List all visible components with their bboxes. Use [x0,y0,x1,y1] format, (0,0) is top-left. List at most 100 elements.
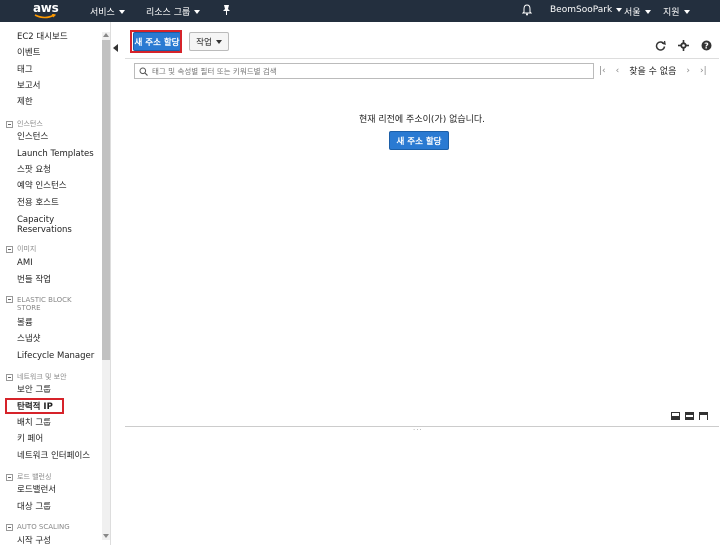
region-label: 서울 [624,8,641,18]
pin-button[interactable] [222,4,231,15]
prev-page-icon[interactable]: ‹ [616,66,620,76]
collapse-icon [6,523,13,531]
sidebar-item-lifecycle-manager[interactable]: Lifecycle Manager [17,351,94,361]
collapse-icon [6,245,13,253]
sidebar-item-network-interfaces[interactable]: 네트워크 인터페이스 [17,451,90,461]
sidebar-item-load-balancers[interactable]: 로드밸런서 [17,485,56,495]
first-page-icon[interactable]: |‹ [599,66,606,76]
collapse-icon [6,296,13,303]
help-icon[interactable]: ? [701,40,712,51]
sidebar-item-bundle-tasks[interactable]: 번들 작업 [17,275,51,285]
sidebar-item-snapshots[interactable]: 스냅샷 [17,334,40,344]
scroll-thumb[interactable] [102,40,110,360]
sidebar-group-ebs[interactable]: ELASTIC BLOCK STORE [6,296,72,312]
layout-bottom-icon[interactable] [671,412,680,420]
capacity-label-line1: Capacity [17,215,55,225]
sidebar-item-launch-configurations[interactable]: 시작 구성 [17,536,51,545]
ebs-label-line1: ELASTIC BLOCK [17,296,72,304]
filter-search-box[interactable] [134,63,594,79]
refresh-icon[interactable] [655,40,666,51]
aws-logo-text: aws [33,1,59,15]
sidebar-item-key-pairs[interactable]: 키 페어 [17,434,43,444]
aws-smile-icon [34,14,56,19]
support-label: 지원 [663,8,680,18]
sidebar-scrollbar[interactable] [102,32,110,540]
collapse-icon [6,120,13,128]
ebs-label-line2: STORE [17,304,41,312]
allocate-button-highlight [130,30,182,53]
sidebar-group-instances[interactable]: 인스턴스 [6,119,43,129]
region-menu[interactable]: 서울 [624,5,651,18]
chevron-down-icon [683,9,690,14]
top-nav: aws 서비스 리소스 그룹 BeomSooPark 서울 지원 [0,0,720,22]
search-icon [139,67,148,76]
group-label: AUTO SCALING [17,523,70,531]
sidebar-item-security-groups[interactable]: 보안 그룹 [17,385,51,395]
sidebar-item-launch-templates[interactable]: Launch Templates [17,149,94,159]
sidebar-item-ec2-dashboard[interactable]: EC2 대시보드 [17,32,68,42]
aws-logo[interactable]: aws [33,1,59,21]
group-label: 네트워크 및 보안 [17,373,67,381]
toolbar-icons: ? [655,40,712,51]
sidebar-group-network[interactable]: 네트워크 및 보안 [6,372,67,382]
layout-split-icon[interactable] [685,412,694,420]
resource-groups-label: 리소스 그룹 [146,8,191,18]
services-label: 서비스 [90,8,115,18]
addresses-panel: |‹ ‹ 찾을 수 없음 › ›| 현재 리전에 주소이(가) 없습니다. 새 … [125,58,719,434]
sidebar-item-target-groups[interactable]: 대상 그룹 [17,502,51,512]
next-page-icon[interactable]: › [686,66,690,76]
layout-top-icon[interactable] [699,412,708,420]
chevron-down-icon [644,9,651,14]
sidebar-item-tags[interactable]: 태그 [17,65,33,75]
sidebar-group-auto-scaling[interactable]: AUTO SCALING [6,523,70,531]
filter-search-input[interactable] [152,66,572,76]
sidebar-item-ami[interactable]: AMI [17,258,33,268]
svg-text:?: ? [704,42,709,51]
sidebar: EC2 대시보드 이벤트 태그 보고서 제한 인스턴스 인스턴스 Launch … [0,22,111,545]
gear-icon[interactable] [678,40,689,51]
group-label: 로드 밸런싱 [17,473,52,481]
actions-button[interactable]: 작업 [189,32,229,51]
sidebar-item-dedicated-hosts[interactable]: 전용 호스트 [17,198,59,208]
collapse-icon [6,373,13,381]
sidebar-item-placement-groups[interactable]: 배치 그룹 [17,418,51,428]
sidebar-item-limits[interactable]: 제한 [17,97,33,107]
sidebar-item-capacity-reservations[interactable]: Capacity Reservations [17,215,72,235]
user-menu[interactable]: BeomSooPark [550,5,623,15]
group-label: 이미지 [17,245,37,253]
sidebar-item-volumes[interactable]: 볼륨 [17,318,33,328]
chevron-down-icon [118,9,125,14]
scroll-up-icon[interactable] [103,33,109,37]
chevron-down-icon [215,39,222,44]
chevron-down-icon [616,8,623,12]
elastic-ip-highlight [5,398,64,414]
sidebar-group-images[interactable]: 이미지 [6,244,36,254]
scroll-down-icon[interactable] [103,534,109,538]
pin-icon [223,5,230,15]
sidebar-item-instances[interactable]: 인스턴스 [17,132,48,142]
actions-label: 작업 [196,37,212,48]
group-label: 인스턴스 [17,120,43,128]
empty-message: 현재 리전에 주소이(가) 없습니다. [358,115,486,125]
caret-left-icon [113,44,118,52]
chevron-down-icon [194,9,201,14]
main-content: 새 주소 할당 작업 ? |‹ [124,22,720,545]
pager-text: 찾을 수 없음 [629,67,677,77]
sidebar-item-reports[interactable]: 보고서 [17,81,40,91]
user-label: BeomSooPark [550,5,613,15]
sidebar-item-reserved-instances[interactable]: 예약 인스턴스 [17,181,67,191]
pane-layout-icons [671,412,708,420]
sidebar-item-spot-requests[interactable]: 스팟 요청 [17,165,51,175]
sidebar-collapse-button[interactable] [113,44,122,54]
bell-icon [522,4,532,16]
sidebar-item-events[interactable]: 이벤트 [17,48,40,58]
services-menu[interactable]: 서비스 [90,5,125,18]
notifications-button[interactable] [522,4,532,16]
support-menu[interactable]: 지원 [663,5,690,18]
resource-groups-menu[interactable]: 리소스 그룹 [146,5,201,18]
last-page-icon[interactable]: ›| [700,66,707,76]
resize-handle-icon[interactable]: ··· [413,426,423,434]
group-label: ELASTIC BLOCK STORE [17,296,72,312]
empty-allocate-address-button[interactable]: 새 주소 할당 [389,131,449,150]
sidebar-group-load-balancing[interactable]: 로드 밸런싱 [6,472,51,482]
